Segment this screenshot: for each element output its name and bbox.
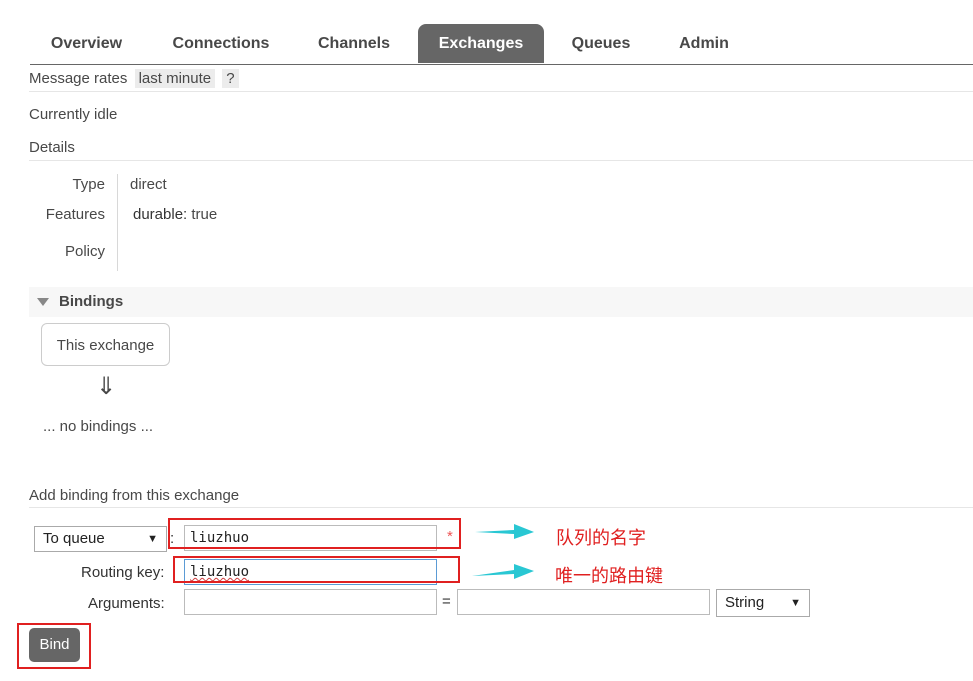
details-heading[interactable]: Details <box>29 139 75 156</box>
annotation-box-queue <box>168 518 461 549</box>
type-value: direct <box>130 176 167 193</box>
rates-help-button[interactable]: ? <box>222 69 239 88</box>
tab-overview[interactable]: Overview <box>30 24 143 63</box>
annotation-box-routing-key <box>173 556 460 583</box>
tab-bar: Overview Connections Channels Exchanges … <box>30 24 973 65</box>
tab-exchanges[interactable]: Exchanges <box>418 24 544 63</box>
no-bindings-text: ... no bindings ... <box>43 418 154 435</box>
bindings-heading: Bindings <box>59 293 124 310</box>
tab-admin[interactable]: Admin <box>658 24 750 63</box>
details-separator <box>117 174 118 271</box>
message-rates-label: Message rates <box>29 70 128 87</box>
argument-type-select[interactable]: String ▼ <box>716 589 810 617</box>
routing-key-label: Routing key: <box>81 564 165 581</box>
tab-channels[interactable]: Channels <box>302 24 406 63</box>
status-text: Currently idle <box>29 106 118 123</box>
argument-key-input[interactable] <box>184 589 437 615</box>
arguments-equals: = <box>442 593 451 610</box>
arrow-right-icon <box>472 564 534 579</box>
add-binding-heading[interactable]: Add binding from this exchange <box>29 487 239 504</box>
annotation-arrows <box>472 524 534 579</box>
arrow-right-icon <box>475 524 534 539</box>
features-key: durable: <box>133 206 188 223</box>
rates-period-selector[interactable]: last minute <box>134 69 216 88</box>
argument-type-value: String <box>725 594 765 611</box>
tab-queues[interactable]: Queues <box>556 24 646 63</box>
features-durable-value: true <box>191 206 218 223</box>
type-label: Type <box>72 176 105 193</box>
dropdown-caret-icon: ▼ <box>790 597 801 609</box>
down-arrow-icon: ⇓ <box>96 373 117 400</box>
arguments-label: Arguments: <box>88 595 165 612</box>
message-rates: Message rates last minute ? <box>29 68 239 90</box>
divider <box>29 160 973 161</box>
features-label: Features <box>45 206 105 223</box>
divider <box>29 91 973 92</box>
divider <box>29 507 973 508</box>
annotation-routing-key: 唯一的路由键 <box>555 566 663 587</box>
dropdown-caret-icon: ▼ <box>147 533 158 545</box>
collapse-triangle-icon <box>37 298 49 306</box>
annotation-queue-name: 队列的名字 <box>556 528 646 549</box>
argument-value-input[interactable] <box>457 589 710 615</box>
bindings-section-header[interactable]: Bindings <box>29 287 973 317</box>
tab-connections[interactable]: Connections <box>155 24 287 63</box>
features-value: durable: true <box>133 206 217 223</box>
destination-type-value: To queue <box>43 530 105 547</box>
destination-type-select[interactable]: To queue ▼ <box>34 526 167 552</box>
this-exchange-box: This exchange <box>41 323 170 366</box>
annotation-box-bind <box>17 623 91 669</box>
policy-label: Policy <box>64 243 105 260</box>
